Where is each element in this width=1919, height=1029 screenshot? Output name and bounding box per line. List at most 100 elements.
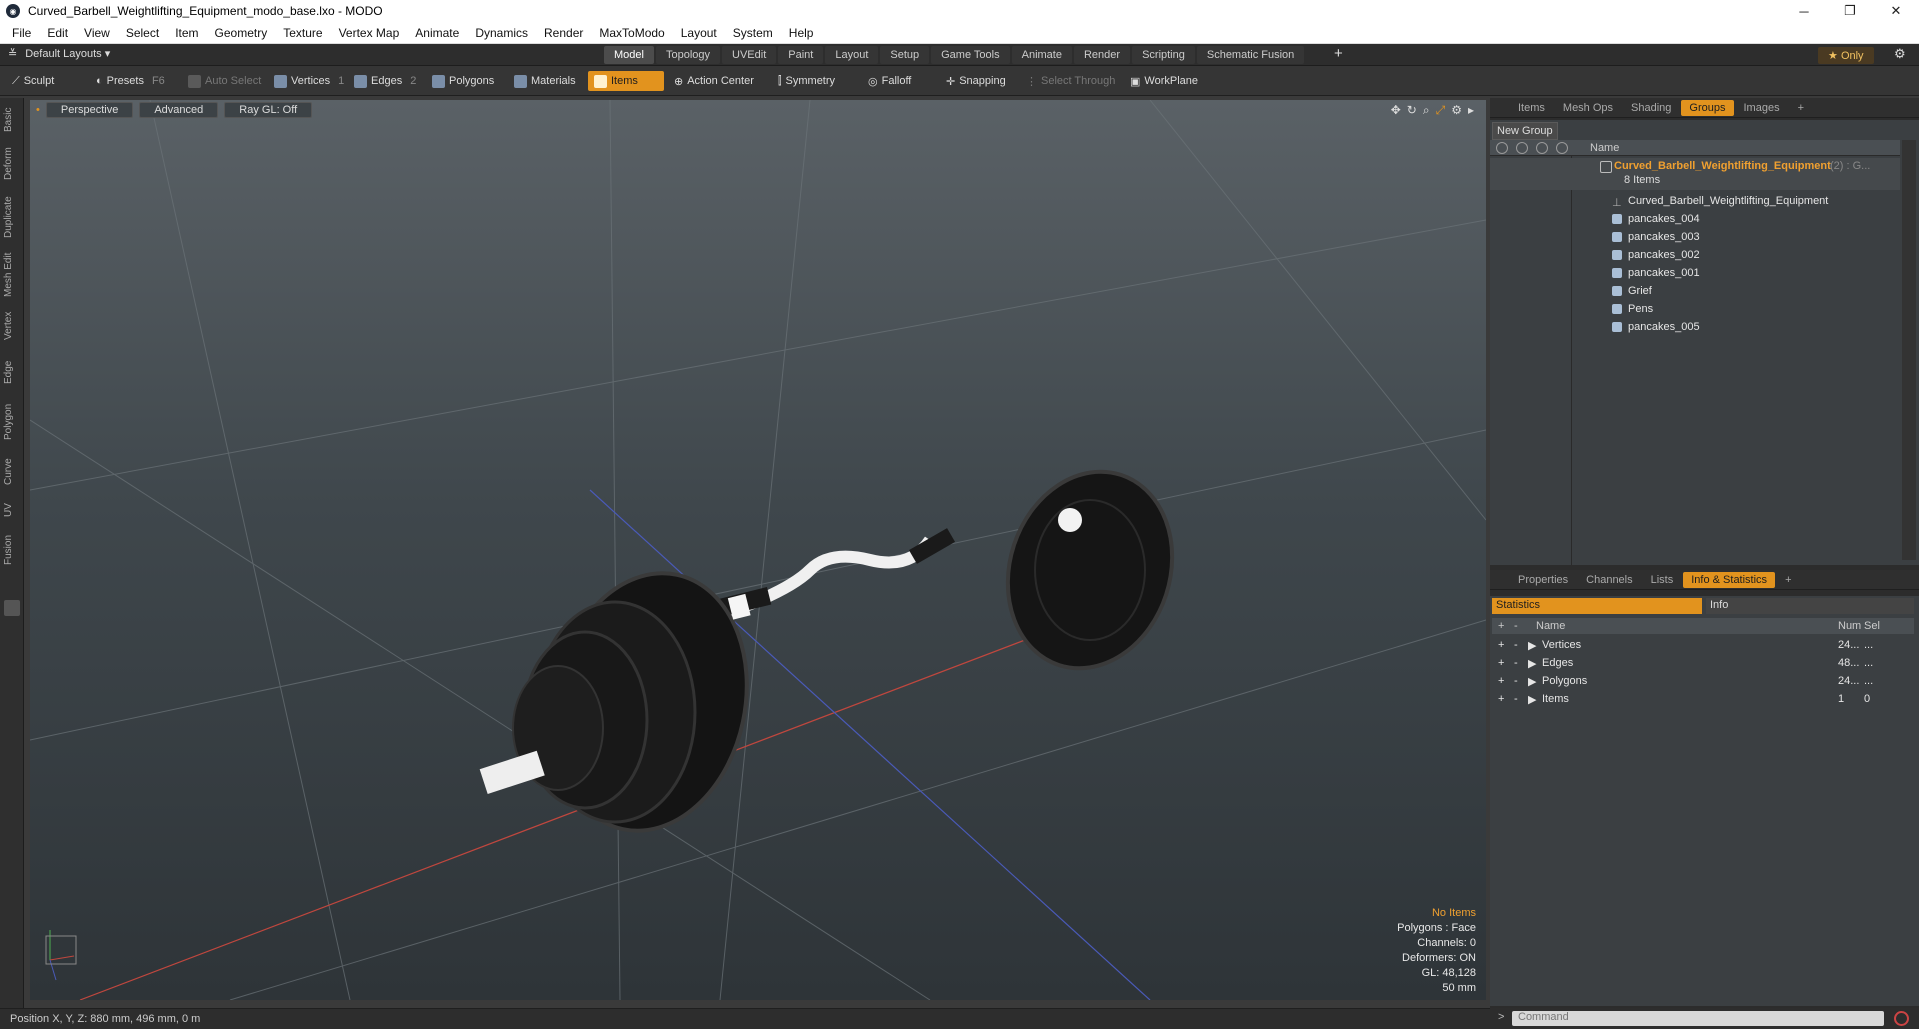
group-child-row[interactable]: pancakes_002	[1490, 246, 1900, 264]
menu-geometry[interactable]: Geometry	[207, 26, 276, 40]
record-macro-icon[interactable]	[1894, 1011, 1909, 1026]
advanced-dropdown[interactable]: Advanced	[139, 102, 219, 118]
menu-edit[interactable]: Edit	[39, 26, 76, 40]
group-child-row[interactable]: pancakes_001	[1490, 264, 1900, 282]
group-child-row[interactable]: ⊥ Curved_Barbell_Weightlifting_Equipment	[1490, 192, 1900, 210]
only-toggle[interactable]: ★ Only	[1818, 47, 1874, 64]
layout-toggle-icon[interactable]: ≚	[8, 47, 17, 60]
rotate-icon[interactable]: ↻	[1407, 103, 1417, 118]
stat-row-polygons[interactable]: + - ▶ Polygons 24... ...	[1492, 672, 1914, 690]
groups-scrollbar[interactable]	[1902, 140, 1916, 560]
minimize-button[interactable]: ─	[1781, 0, 1827, 22]
new-group-button[interactable]: New Group	[1492, 122, 1558, 140]
add-tab-icon[interactable]: +	[1334, 45, 1343, 62]
stat-row-edges[interactable]: + - ▶ Edges 48... ...	[1492, 654, 1914, 672]
expand-arrow-icon[interactable]: ▶	[1528, 657, 1536, 670]
add-icon[interactable]: +	[1498, 657, 1504, 669]
menu-texture[interactable]: Texture	[275, 26, 330, 40]
stat-name-header[interactable]: Name	[1536, 620, 1565, 632]
tab-properties[interactable]: Properties	[1510, 572, 1576, 588]
close-button[interactable]: ✕	[1873, 0, 1919, 22]
zoom-icon[interactable]: ⌕	[1423, 103, 1430, 118]
tab-layout[interactable]: Layout	[825, 46, 879, 64]
tab-groups[interactable]: Groups	[1681, 99, 1734, 116]
menu-maxtomodo[interactable]: MaxToModo	[591, 26, 672, 40]
group-child-row[interactable]: pancakes_005	[1490, 318, 1900, 336]
fit-icon[interactable]: ⤢	[1436, 103, 1446, 118]
tab-uv[interactable]: UV	[3, 498, 21, 522]
add-icon[interactable]: +	[1498, 675, 1504, 687]
menu-system[interactable]: System	[725, 26, 781, 40]
tab-mesh-edit[interactable]: Mesh Edit	[3, 250, 21, 300]
tab-curve[interactable]: Curve	[3, 454, 21, 490]
tab-basic[interactable]: Basic	[3, 102, 21, 138]
stat-row-items[interactable]: + - ▶ Items 1 0	[1492, 690, 1914, 708]
tab-polygon[interactable]: Polygon	[3, 398, 21, 446]
tab-channels[interactable]: Channels	[1578, 572, 1640, 588]
vertices-button[interactable]: Vertices 1	[268, 71, 350, 91]
gear-icon[interactable]: ⚙	[1894, 46, 1906, 62]
perspective-dropdown[interactable]: Perspective	[45, 102, 134, 118]
materials-button[interactable]: Materials	[508, 71, 582, 91]
remove-icon[interactable]: -	[1514, 675, 1518, 687]
tab-items[interactable]: Items	[1510, 100, 1553, 116]
tab-mesh-ops[interactable]: Mesh Ops	[1555, 100, 1621, 116]
tab-render[interactable]: Render	[1073, 46, 1131, 64]
layouts-dropdown[interactable]: Default Layouts ▾	[25, 47, 110, 60]
tab-vertex[interactable]: Vertex	[3, 306, 21, 346]
menu-select[interactable]: Select	[118, 26, 167, 40]
tab-uvedit[interactable]: UVEdit	[722, 46, 777, 64]
menu-render[interactable]: Render	[536, 26, 591, 40]
expand-arrow-icon[interactable]: ▶	[1528, 675, 1536, 688]
menu-layout[interactable]: Layout	[673, 26, 725, 40]
group-child-row[interactable]: Grief	[1490, 282, 1900, 300]
tab-info-statistics[interactable]: Info & Statistics	[1683, 571, 1776, 588]
tab-setup[interactable]: Setup	[880, 46, 930, 64]
remove-icon[interactable]: -	[1514, 693, 1518, 705]
group-child-row[interactable]: pancakes_004	[1490, 210, 1900, 228]
viewport-settings-icon[interactable]: ⚙	[1451, 103, 1462, 118]
add-panel-tab-icon[interactable]: +	[1790, 100, 1812, 116]
viewport-menu-dot[interactable]: •	[36, 104, 40, 116]
tab-scripting[interactable]: Scripting	[1132, 46, 1195, 64]
statistics-tab[interactable]: Statistics	[1492, 598, 1702, 614]
group-child-row[interactable]: pancakes_003	[1490, 228, 1900, 246]
action-center-button[interactable]: ⊕ Action Center	[668, 71, 760, 91]
select-through-button[interactable]: ⋮ Select Through	[1020, 71, 1121, 91]
add-icon[interactable]: +	[1498, 693, 1504, 705]
stat-row-vertices[interactable]: + - ▶ Vertices 24... ...	[1492, 636, 1914, 654]
expand-toggle-icon[interactable]	[4, 600, 20, 616]
snapping-button[interactable]: ✛ Snapping	[940, 71, 1012, 91]
tab-model[interactable]: Model	[604, 46, 654, 64]
edges-button[interactable]: Edges 2	[348, 71, 422, 91]
menu-view[interactable]: View	[76, 26, 118, 40]
tab-animate[interactable]: Animate	[1011, 46, 1072, 64]
expand-arrow-icon[interactable]: ▶	[1528, 639, 1536, 652]
tab-fusion[interactable]: Fusion	[3, 530, 21, 570]
menu-item[interactable]: Item	[167, 26, 206, 40]
add-info-tab-icon[interactable]: +	[1777, 572, 1799, 588]
tab-deform[interactable]: Deform	[3, 144, 21, 184]
stat-sel-header[interactable]: Sel	[1864, 620, 1880, 632]
tab-schematic-fusion[interactable]: Schematic Fusion	[1196, 46, 1305, 64]
group-root-row[interactable]: Curved_Barbell_Weightlifting_Equipment (…	[1490, 158, 1900, 190]
menu-animate[interactable]: Animate	[407, 26, 467, 40]
3d-viewport[interactable]: • Perspective Advanced Ray GL: Off ✥ ↻ ⌕…	[30, 100, 1486, 1000]
tab-shading[interactable]: Shading	[1623, 100, 1679, 116]
name-column-header[interactable]: Name	[1590, 142, 1619, 154]
tab-lists[interactable]: Lists	[1643, 572, 1682, 588]
maximize-button[interactable]: ❐	[1827, 0, 1873, 22]
sculpt-button[interactable]: ⟋ Sculpt	[6, 71, 60, 91]
add-icon[interactable]: +	[1498, 639, 1504, 651]
tab-edge[interactable]: Edge	[3, 354, 21, 390]
remove-icon[interactable]: -	[1514, 657, 1518, 669]
pan-icon[interactable]: ✥	[1391, 103, 1401, 118]
menu-vertex-map[interactable]: Vertex Map	[331, 26, 408, 40]
command-input[interactable]: Command	[1512, 1011, 1884, 1026]
menu-file[interactable]: File	[4, 26, 39, 40]
tab-topology[interactable]: Topology	[655, 46, 721, 64]
info-tab[interactable]: Info	[1706, 598, 1914, 614]
presets-button[interactable]: ◐ Presets F6	[90, 71, 171, 91]
expand-arrow-icon[interactable]: ▶	[1528, 693, 1536, 706]
tab-paint[interactable]: Paint	[778, 46, 824, 64]
